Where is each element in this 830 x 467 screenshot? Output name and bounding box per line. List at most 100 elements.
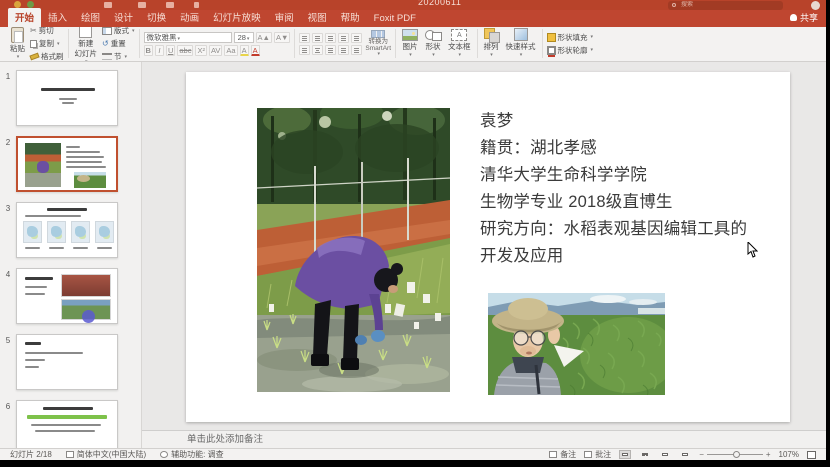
- tab-foxit-pdf[interactable]: Foxit PDF: [367, 11, 423, 27]
- search-placeholder: 搜索: [681, 2, 693, 8]
- tab-insert[interactable]: 插入: [41, 8, 74, 27]
- tab-home[interactable]: 开始: [8, 8, 41, 27]
- reset-button[interactable]: ↺重置: [102, 38, 135, 49]
- reset-label: 重置: [111, 38, 126, 49]
- slide-number-3: 3: [0, 202, 16, 258]
- shape-outline-button[interactable]: 形状轮廓: [547, 45, 594, 56]
- notes-pane[interactable]: 单击此处添加备注: [142, 430, 826, 448]
- line-spacing-button[interactable]: [351, 33, 362, 43]
- clipboard-group: 粘贴 ✂剪切 复制 格式刷: [4, 29, 69, 58]
- shapes-label: 形状: [426, 43, 441, 51]
- numbering-button[interactable]: [312, 33, 323, 43]
- font-name-select[interactable]: 微软雅黑: [144, 32, 232, 43]
- section-button[interactable]: 节: [102, 51, 135, 62]
- slide-thumbnail-5[interactable]: [16, 334, 118, 390]
- smartart-label-1: 转换为: [368, 38, 388, 45]
- shape-fill-button[interactable]: 形状填充: [547, 32, 594, 43]
- bullets-button[interactable]: [299, 33, 310, 43]
- superscript-button[interactable]: X²: [195, 45, 207, 56]
- zoom-level[interactable]: 107%: [779, 450, 799, 459]
- rice-field-photo[interactable]: [257, 108, 450, 392]
- arrange-group: 排列 快速样式: [478, 29, 543, 58]
- tab-slideshow[interactable]: 幻灯片放映: [206, 8, 268, 27]
- slide-editor: 袁梦 籍贯：湖北孝感 清华大学生命科学学院 生物学专业 2018级直博生 研究方…: [142, 62, 826, 448]
- shapes-button[interactable]: 形状: [423, 29, 443, 58]
- rice-field-photo-graphic: [257, 108, 450, 392]
- tab-animations[interactable]: 动画: [173, 8, 206, 27]
- grow-font-button[interactable]: A▲: [256, 32, 272, 43]
- slide-sorter-view-button[interactable]: [639, 450, 651, 459]
- tab-design[interactable]: 设计: [107, 8, 140, 27]
- shape-fill-icon: [547, 33, 556, 42]
- share-button[interactable]: 共享: [790, 11, 818, 24]
- tab-review[interactable]: 审阅: [268, 8, 301, 27]
- autosave-icon: [27, 1, 34, 8]
- slide-thumbnail-6[interactable]: [16, 400, 118, 448]
- intro-line-research-1: 研究方向：水稻表观基因编辑工具的: [480, 216, 770, 243]
- intro-line-hometown: 籍贯：湖北孝感: [480, 135, 770, 162]
- tab-view[interactable]: 视图: [301, 8, 334, 27]
- thumb-caption-bar: [97, 247, 112, 249]
- italic-button[interactable]: I: [155, 45, 164, 56]
- thumb-map-image: [95, 221, 114, 243]
- intro-line-research-2: 开发及应用: [480, 243, 770, 270]
- slide-canvas[interactable]: 袁梦 籍贯：湖北孝感 清华大学生命科学学院 生物学专业 2018级直博生 研究方…: [186, 72, 790, 422]
- slideshow-view-button[interactable]: [679, 450, 691, 459]
- shrink-font-button[interactable]: A▼: [274, 32, 290, 43]
- zoom-in-button[interactable]: +: [766, 450, 771, 459]
- align-left-button[interactable]: [299, 45, 310, 55]
- arrange-button[interactable]: 排列: [482, 28, 501, 58]
- decrease-indent-button[interactable]: [325, 33, 336, 43]
- justify-button[interactable]: [338, 45, 349, 55]
- thumb-title-bar: [25, 342, 41, 345]
- zoom-slider[interactable]: [707, 454, 763, 455]
- tab-help[interactable]: 帮助: [334, 8, 367, 27]
- slide-thumbnail-4[interactable]: [16, 268, 118, 324]
- copy-icon: [30, 40, 37, 48]
- convert-smartart-button[interactable]: 转换为 SmartArt: [365, 30, 391, 58]
- new-slide-button[interactable]: 新建 幻灯片: [73, 27, 100, 62]
- columns-button[interactable]: [351, 45, 362, 55]
- selfie-photo[interactable]: [488, 293, 665, 395]
- bold-button[interactable]: B: [144, 45, 153, 56]
- align-center-button[interactable]: [312, 45, 323, 55]
- thumb-subtitle-bar: [62, 102, 74, 104]
- language-status[interactable]: 简体中文(中国大陆): [66, 449, 146, 460]
- zoom-slider-knob[interactable]: [733, 451, 740, 458]
- textbox-button[interactable]: A 文本框: [446, 29, 473, 58]
- fit-to-window-button[interactable]: [807, 451, 816, 459]
- comments-toggle-button[interactable]: 批注: [584, 449, 611, 460]
- quick-styles-button[interactable]: 快速样式: [504, 28, 538, 58]
- format-painter-button[interactable]: 格式刷: [30, 51, 64, 62]
- strikethrough-button[interactable]: abc: [177, 45, 193, 56]
- copy-button[interactable]: 复制: [30, 38, 64, 49]
- tab-draw[interactable]: 绘图: [74, 8, 107, 27]
- thumb-photo-block: [74, 172, 106, 188]
- tab-transitions[interactable]: 切换: [140, 8, 173, 27]
- increase-indent-button[interactable]: [338, 33, 349, 43]
- cut-button[interactable]: ✂剪切: [30, 27, 64, 36]
- account-avatar[interactable]: [811, 1, 820, 10]
- align-right-button[interactable]: [325, 45, 336, 55]
- intro-text-block[interactable]: 袁梦 籍贯：湖北孝感 清华大学生命科学学院 生物学专业 2018级直博生 研究方…: [480, 108, 770, 270]
- font-size-select[interactable]: 28: [234, 32, 254, 43]
- paste-button[interactable]: 粘贴: [8, 27, 27, 60]
- character-spacing-button[interactable]: AV: [209, 45, 222, 56]
- change-case-button[interactable]: Aa: [224, 45, 237, 56]
- underline-button[interactable]: U: [166, 45, 175, 56]
- font-color-button[interactable]: A: [251, 45, 260, 56]
- slide-thumbnail-3[interactable]: [16, 202, 118, 258]
- slide-thumbnail-1[interactable]: [16, 70, 118, 126]
- picture-button[interactable]: 图片: [400, 29, 420, 58]
- accessibility-status[interactable]: 辅助功能: 调查: [160, 449, 223, 460]
- notes-toggle-button[interactable]: 备注: [549, 449, 576, 460]
- normal-view-button[interactable]: [619, 450, 631, 459]
- thumb-text-line: [66, 151, 100, 153]
- layout-button[interactable]: 版式: [102, 27, 135, 36]
- slide-indicator[interactable]: 幻灯片 2/18: [10, 449, 52, 460]
- reading-view-button[interactable]: [659, 450, 671, 459]
- zoom-out-button[interactable]: −: [699, 450, 704, 459]
- text-highlight-button[interactable]: A: [240, 45, 249, 56]
- slide-thumbnail-2-selected[interactable]: [16, 136, 118, 192]
- search-box[interactable]: 搜索: [668, 1, 783, 10]
